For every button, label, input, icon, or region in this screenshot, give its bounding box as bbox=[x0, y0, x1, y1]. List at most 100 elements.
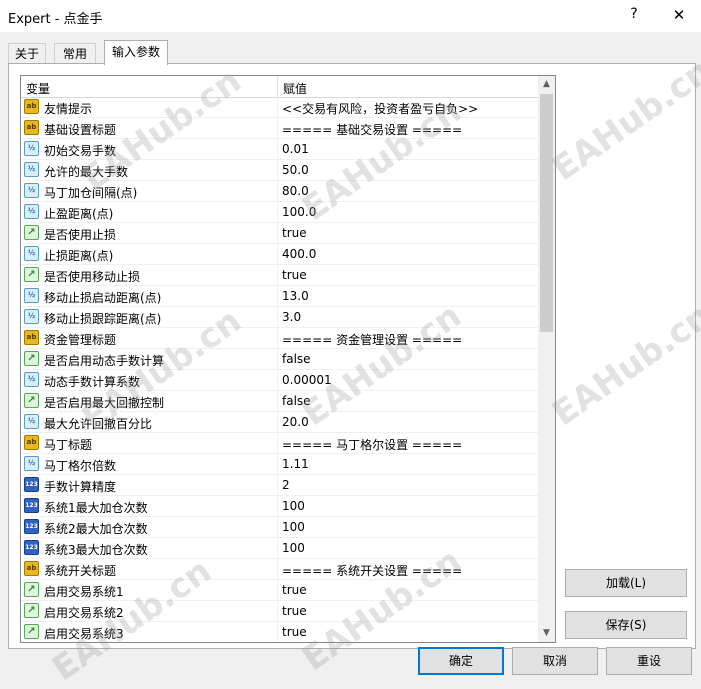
cell-divider bbox=[277, 559, 278, 579]
save-button[interactable]: 保存(S) bbox=[565, 611, 687, 639]
parameter-row[interactable]: ab 友情提示 <<交易有风险，投资者盈亏自负>> bbox=[21, 97, 538, 118]
cancel-button[interactable]: 取消 bbox=[512, 647, 598, 675]
parameter-row[interactable]: ½ 移动止损启动距离(点) 13.0 bbox=[21, 286, 538, 307]
parameter-value[interactable]: 2 bbox=[282, 478, 290, 492]
inputs-panel: 变量 赋值 ab 友情提示 <<交易有风险，投资者盈亏自负>> ab 基础设置标题 ===… bbox=[8, 63, 696, 649]
reset-button[interactable]: 重设 bbox=[606, 647, 692, 675]
parameter-value[interactable]: false bbox=[282, 394, 311, 408]
parameter-name: 友情提示 bbox=[44, 102, 93, 116]
cell-divider bbox=[277, 538, 278, 558]
parameter-name: 是否使用止损 bbox=[44, 228, 117, 242]
parameter-name: 系统开关标题 bbox=[44, 564, 117, 578]
vertical-scrollbar[interactable]: ▲ ▼ bbox=[538, 76, 555, 642]
parameter-value[interactable]: 100 bbox=[282, 499, 305, 513]
parameter-value[interactable]: 400.0 bbox=[282, 247, 316, 261]
cell-divider bbox=[277, 244, 278, 264]
parameter-row[interactable]: ↗ 启用交易系统1 true bbox=[21, 580, 538, 601]
parameter-row[interactable]: ab 马丁标题 ===== 马丁格尔设置 ===== bbox=[21, 433, 538, 454]
parameter-name: 移动止损跟踪距离(点) bbox=[44, 312, 162, 326]
parameter-value[interactable]: false bbox=[282, 352, 311, 366]
cell-divider bbox=[277, 622, 278, 642]
close-button[interactable]: ✕ bbox=[668, 6, 690, 26]
parameter-value[interactable]: true bbox=[282, 226, 307, 240]
parameter-name: 止盈距离(点) bbox=[44, 207, 114, 221]
column-divider[interactable] bbox=[277, 76, 278, 97]
parameter-value[interactable]: true bbox=[282, 625, 307, 639]
parameter-row[interactable]: ↗ 启用交易系统2 true bbox=[21, 601, 538, 622]
grid-rows: ab 友情提示 <<交易有风险，投资者盈亏自负>> ab 基础设置标题 ===== 基础交… bbox=[21, 97, 538, 642]
parameter-row[interactable]: ½ 动态手数计算系数 0.00001 bbox=[21, 370, 538, 391]
column-header-value[interactable]: 赋值 bbox=[283, 80, 307, 97]
parameter-value[interactable]: 100.0 bbox=[282, 205, 316, 219]
parameter-row[interactable]: ↗ 是否启用动态手数计算 false bbox=[21, 349, 538, 370]
parameter-row[interactable]: ab 系统开关标题 ===== 系统开关设置 ===== bbox=[21, 559, 538, 580]
help-button[interactable]: ? bbox=[624, 6, 644, 26]
cell-divider bbox=[277, 160, 278, 180]
parameter-row[interactable]: ½ 最大允许回撤百分比 20.0 bbox=[21, 412, 538, 433]
parameter-row[interactable]: ½ 移动止损跟踪距离(点) 3.0 bbox=[21, 307, 538, 328]
parameter-row[interactable]: 123 系统2最大加仓次数 100 bbox=[21, 517, 538, 538]
parameter-value[interactable]: ===== 系统开关设置 ===== bbox=[282, 562, 462, 579]
parameter-value[interactable]: 50.0 bbox=[282, 163, 309, 177]
ab-type-icon: ab bbox=[24, 120, 39, 135]
parameter-row[interactable]: ↗ 是否使用止损 true bbox=[21, 223, 538, 244]
cell-divider bbox=[277, 118, 278, 138]
parameter-row[interactable]: ½ 止损距离(点) 400.0 bbox=[21, 244, 538, 265]
int-type-icon: 123 bbox=[24, 498, 39, 513]
parameter-value[interactable]: 0.00001 bbox=[282, 373, 332, 387]
ab-type-icon: ab bbox=[24, 435, 39, 450]
parameter-row[interactable]: ↗ 启用交易系统3 true bbox=[21, 622, 538, 642]
column-header-variable[interactable]: 变量 bbox=[26, 80, 50, 97]
scrollbar-thumb[interactable] bbox=[540, 94, 553, 332]
parameter-row[interactable]: ab 基础设置标题 ===== 基础交易设置 ===== bbox=[21, 118, 538, 139]
parameter-value[interactable]: true bbox=[282, 583, 307, 597]
double-type-icon: ½ bbox=[24, 162, 39, 177]
load-button[interactable]: 加载(L) bbox=[565, 569, 687, 597]
parameter-value[interactable]: ===== 马丁格尔设置 ===== bbox=[282, 436, 462, 453]
double-type-icon: ½ bbox=[24, 204, 39, 219]
parameter-value[interactable]: ===== 资金管理设置 ===== bbox=[282, 331, 462, 348]
ok-button[interactable]: 确定 bbox=[418, 647, 504, 675]
parameter-value[interactable]: true bbox=[282, 268, 307, 282]
parameter-name: 资金管理标题 bbox=[44, 333, 117, 347]
cell-divider bbox=[277, 349, 278, 369]
parameter-value[interactable]: <<交易有风险，投资者盈亏自负>> bbox=[282, 100, 478, 117]
cell-divider bbox=[277, 370, 278, 390]
tab-about[interactable]: 关于 bbox=[8, 43, 46, 64]
parameter-name: 启用交易系统1 bbox=[44, 585, 124, 599]
parameter-row[interactable]: ½ 初始交易手数 0.01 bbox=[21, 139, 538, 160]
cell-divider bbox=[277, 139, 278, 159]
parameter-row[interactable]: ↗ 是否启用最大回撤控制 false bbox=[21, 391, 538, 412]
parameter-name: 移动止损启动距离(点) bbox=[44, 291, 162, 305]
cell-divider bbox=[277, 601, 278, 621]
parameter-value[interactable]: 100 bbox=[282, 541, 305, 555]
parameter-row[interactable]: ½ 马丁加仓间隔(点) 80.0 bbox=[21, 181, 538, 202]
parameter-value[interactable]: 13.0 bbox=[282, 289, 309, 303]
parameter-value[interactable]: ===== 基础交易设置 ===== bbox=[282, 121, 462, 138]
parameter-value[interactable]: true bbox=[282, 604, 307, 618]
parameter-row[interactable]: ½ 止盈距离(点) 100.0 bbox=[21, 202, 538, 223]
ab-type-icon: ab bbox=[24, 99, 39, 114]
parameter-row[interactable]: ab 资金管理标题 ===== 资金管理设置 ===== bbox=[21, 328, 538, 349]
tab-inputs[interactable]: 输入参数 bbox=[104, 40, 168, 65]
parameter-row[interactable]: 123 手数计算精度 2 bbox=[21, 475, 538, 496]
parameter-row[interactable]: ½ 允许的最大手数 50.0 bbox=[21, 160, 538, 181]
scroll-down-icon[interactable]: ▼ bbox=[538, 625, 555, 642]
parameter-value[interactable]: 20.0 bbox=[282, 415, 309, 429]
double-type-icon: ½ bbox=[24, 372, 39, 387]
parameter-name: 系统1最大加仓次数 bbox=[44, 501, 148, 515]
parameter-value[interactable]: 1.11 bbox=[282, 457, 309, 471]
parameter-value[interactable]: 80.0 bbox=[282, 184, 309, 198]
int-type-icon: 123 bbox=[24, 540, 39, 555]
parameter-value[interactable]: 100 bbox=[282, 520, 305, 534]
tab-common[interactable]: 常用 bbox=[54, 43, 96, 64]
parameter-value[interactable]: 3.0 bbox=[282, 310, 301, 324]
parameter-row[interactable]: ↗ 是否使用移动止损 true bbox=[21, 265, 538, 286]
ab-type-icon: ab bbox=[24, 561, 39, 576]
parameter-row[interactable]: ½ 马丁格尔倍数 1.11 bbox=[21, 454, 538, 475]
cell-divider bbox=[277, 181, 278, 201]
parameter-value[interactable]: 0.01 bbox=[282, 142, 309, 156]
scroll-up-icon[interactable]: ▲ bbox=[538, 76, 555, 93]
parameter-row[interactable]: 123 系统1最大加仓次数 100 bbox=[21, 496, 538, 517]
parameter-row[interactable]: 123 系统3最大加仓次数 100 bbox=[21, 538, 538, 559]
